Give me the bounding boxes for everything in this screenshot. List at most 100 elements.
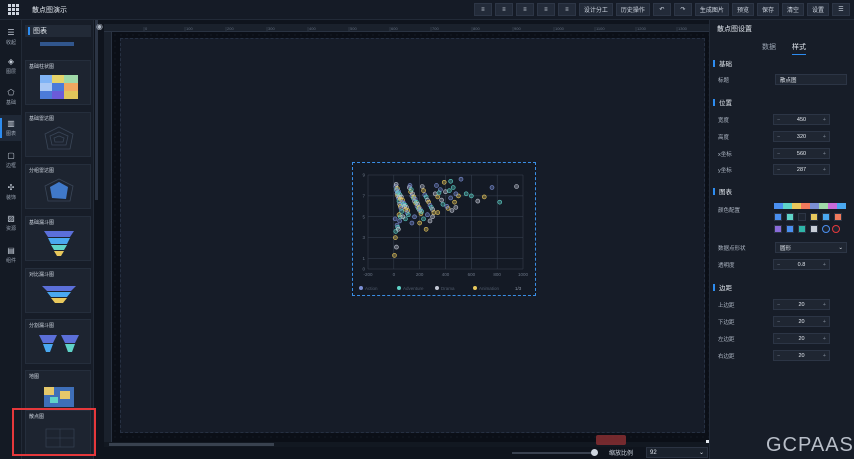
palette-strip[interactable] [774, 203, 846, 209]
align-top-icon[interactable]: ≡ [536, 3, 555, 16]
x-tick-label: 0 [393, 272, 396, 277]
zoom-slider-knob[interactable] [591, 449, 598, 456]
nav-chart[interactable]: ▥ 图表 [0, 115, 22, 141]
toolbar: ≡ ≡ ≡ ≡ ≡ 设计分工 历史操作 ↶ ↷ 生成图片 预览 保存 清空 设置… [473, 3, 850, 16]
card-split-funnel[interactable]: 分割漏斗图 [25, 319, 91, 364]
scatter-chart: -200 0 200 400 600 800 1000013579Action Adventu… [359, 173, 529, 291]
card-compare-funnel[interactable]: 对比漏斗图 [25, 268, 91, 313]
nav-decoration[interactable]: ✣ 装饰 [0, 179, 22, 205]
swatch[interactable] [774, 213, 782, 221]
align-bottom-icon[interactable]: ≡ [557, 3, 576, 16]
bottom-bar: 缩放比例 92 ⌄ [104, 435, 709, 459]
scatter-point [395, 190, 401, 196]
scatter-point [458, 176, 464, 182]
legend-label[interactable]: Action [365, 286, 378, 291]
card-basic-bar[interactable]: 基础柱状图 [25, 60, 91, 105]
swatch[interactable] [810, 225, 818, 233]
title-input[interactable]: 散点图 [775, 74, 847, 85]
zoom-slider[interactable] [512, 452, 597, 454]
nav-collapse[interactable]: ☰ 收起 [0, 24, 22, 50]
design-button[interactable]: 设计分工 [578, 3, 613, 16]
section-position: 位置 [713, 97, 732, 107]
settings-button[interactable]: 设置 [806, 3, 829, 16]
card-basic-funnel[interactable]: 基础漏斗图 [25, 216, 91, 261]
ruler-label: 0 [145, 26, 148, 31]
scatter-point [434, 183, 439, 188]
color-swatches[interactable] [774, 203, 846, 239]
legend-page[interactable]: 1/3 [515, 286, 522, 291]
nav-component[interactable]: ▤ 组件 [0, 242, 22, 268]
x-tick-label: 800 [493, 272, 501, 277]
zoom-select[interactable]: 92 ⌄ [646, 447, 708, 458]
shape-select[interactable]: 圆形 ⌄ [775, 242, 847, 253]
align-center-icon[interactable]: ≡ [494, 3, 513, 16]
clear-button[interactable]: 清空 [781, 3, 804, 16]
basic-icon: ⬠ [7, 87, 15, 97]
generate-image-button[interactable]: 生成图片 [694, 3, 729, 16]
panel-scrollbar[interactable] [95, 20, 98, 200]
card-group-radar[interactable]: 分组雷达图 [25, 164, 91, 209]
scatter-point [405, 212, 411, 217]
app-grid-icon[interactable] [6, 3, 20, 17]
scatter-point [514, 184, 519, 189]
tab-style[interactable]: 样式 [792, 42, 806, 55]
swatch[interactable] [786, 213, 794, 221]
align-right-icon[interactable]: ≡ [515, 3, 534, 16]
scatter-point [408, 187, 414, 192]
eye-icon[interactable]: ◉ [96, 22, 103, 31]
tab-data[interactable]: 数据 [762, 42, 776, 52]
legend-label[interactable]: Animation [479, 286, 500, 291]
nav-layers[interactable]: ◈ 图层 [0, 53, 22, 79]
collapse-icon: ☰ [7, 27, 15, 37]
swatch[interactable] [810, 213, 818, 221]
margin-bottom-stepper[interactable]: −20 + [773, 316, 830, 327]
history-button[interactable]: 历史操作 [615, 3, 650, 16]
ruler-label: 500 [350, 26, 357, 31]
scatter-point [443, 189, 448, 195]
menu-icon[interactable]: ☰ [832, 3, 850, 16]
x-tick-label: 200 [416, 272, 424, 277]
add-color-icon[interactable] [822, 225, 830, 233]
legend-label[interactable]: Drama [441, 286, 455, 291]
margin-top-stepper[interactable]: −20 + [773, 299, 830, 310]
left-nav: ☰ 收起 ◈ 图层 ⬠ 基础 ▥ 图表 ▢ 边框 ✣ 装饰 ▨ 资源 ▤ 组件 [0, 20, 22, 459]
swatch[interactable] [834, 213, 842, 221]
redo-icon[interactable]: ↷ [673, 3, 692, 16]
y-tick-label: 7 [362, 193, 365, 198]
ruler-label: 300 [268, 26, 275, 31]
x-tick-label: 400 [442, 272, 450, 277]
swatch[interactable] [822, 213, 830, 221]
split-funnel-thumb [39, 335, 79, 352]
section-chart: 图表 [713, 186, 732, 196]
width-stepper[interactable]: −450 + [773, 114, 830, 125]
component-icon: ▤ [7, 245, 15, 255]
nav-resource[interactable]: ▨ 资源 [0, 210, 22, 236]
preview-button[interactable]: 预览 [731, 3, 754, 16]
nav-basic[interactable]: ⬠ 基础 [0, 84, 22, 110]
scatter-point [431, 210, 437, 215]
swatch[interactable] [798, 213, 806, 221]
settings-panel: 散点图设置 数据 样式 基础 标题 散点图 位置 宽度 −450 + 高度 −32… [709, 20, 854, 459]
x-stepper[interactable]: −560 + [773, 148, 830, 159]
swatch[interactable] [798, 225, 806, 233]
scatter-chart-component[interactable]: -200 0 200 400 600 800 1000 0 1 3 5 7 9 Action Adventu… [352, 162, 536, 296]
scatter-point [452, 199, 457, 205]
swatch[interactable] [774, 225, 782, 233]
margin-left-stepper[interactable]: −20 + [773, 333, 830, 344]
height-stepper[interactable]: −320 + [773, 131, 830, 142]
scatter-point [435, 210, 441, 215]
remove-color-icon[interactable] [832, 225, 840, 233]
card-basic-radar[interactable]: 基础雷达图 [25, 112, 91, 157]
y-stepper[interactable]: −287 + [773, 164, 830, 175]
scatter-point [397, 218, 402, 224]
margin-right-stepper[interactable]: −20 + [773, 350, 830, 361]
nav-border[interactable]: ▢ 边框 [0, 147, 22, 173]
save-button[interactable]: 保存 [756, 3, 779, 16]
legend-label[interactable]: Adventure [403, 286, 424, 291]
scatter-point [421, 188, 426, 193]
swatch[interactable] [786, 225, 794, 233]
opacity-stepper[interactable]: −0.8 + [773, 259, 830, 270]
align-left-icon[interactable]: ≡ [473, 3, 492, 16]
undo-icon[interactable]: ↶ [652, 3, 671, 16]
scatter-point [392, 253, 397, 258]
